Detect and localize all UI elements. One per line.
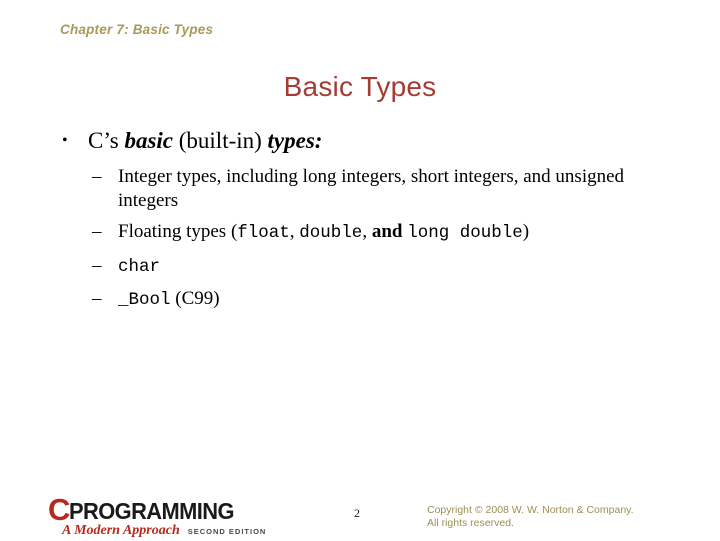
page-number: 2 [354, 506, 360, 520]
copyright-notice: Copyright © 2008 W. W. Norton & Company.… [427, 504, 707, 529]
sub-bullet-integer-types: – Integer types, including long integers,… [0, 165, 720, 212]
code-token-bool: _Bool [118, 290, 171, 310]
dash-marker-icon: – [92, 288, 102, 309]
sub-bullet-floating-types: – Floating types (float, double, and long… [0, 220, 720, 246]
dash-marker-icon: – [92, 254, 102, 276]
dash-marker-icon: – [92, 166, 102, 187]
code-token-char: char [118, 256, 161, 277]
bullet-emphasis-types: types: [267, 128, 323, 153]
sub-bullet-text-and: and [371, 221, 403, 242]
bullet-text-part: C’s [88, 128, 125, 153]
copyright-line-2: All rights reserved. [427, 516, 514, 529]
sub-bullet-text: , [289, 221, 300, 242]
slide: Chapter 7: Basic Types Basic Types • C’s … [0, 0, 720, 540]
logo-subtitle-row: A Modern Approach SECOND EDITION [48, 523, 288, 539]
code-token-long-double: long double [407, 223, 523, 243]
logo-title-row: CPROGRAMMING [48, 492, 288, 527]
logo-letter-c-icon: C [48, 492, 70, 527]
code-token-float: float [237, 223, 290, 243]
slide-content: • C’s basic (built-in) types: – Integer ty… [0, 126, 720, 321]
logo-edition-label: SECOND EDITION [187, 527, 267, 536]
sub-bullet-list: – Integer types, including long integers,… [0, 165, 720, 313]
sub-bullet-bool: – _Bool (C99) [0, 287, 720, 313]
copyright-line-1: Copyright © 2008 W. W. Norton & Company. [427, 504, 634, 516]
bullet-emphasis-basic: basic [124, 128, 173, 153]
chapter-header: Chapter 7: Basic Types [60, 22, 214, 37]
bullet-item-level1: • C’s basic (built-in) types: [0, 126, 720, 156]
sub-bullet-text: Floating types ( [118, 221, 238, 242]
bullet-marker-icon: • [62, 132, 68, 149]
dash-marker-icon: – [92, 221, 102, 242]
sub-bullet-char: – char [0, 254, 720, 280]
logo-subtitle: A Modern Approach [62, 523, 180, 538]
sub-bullet-text-c99: (C99) [170, 288, 220, 309]
bullet-text-part: (built-in) [173, 128, 268, 153]
sub-bullet-text: ) [522, 221, 530, 242]
publisher-logo: CPROGRAMMING A Modern Approach SECOND EDI… [48, 492, 288, 539]
sub-bullet-text: Integer types, including long integers, … [118, 166, 625, 211]
page-title: Basic Types [283, 71, 437, 102]
code-token-double: double [299, 223, 363, 243]
logo-word-programming: PROGRAMMING [69, 498, 235, 524]
sub-bullet-text: , [362, 221, 372, 242]
